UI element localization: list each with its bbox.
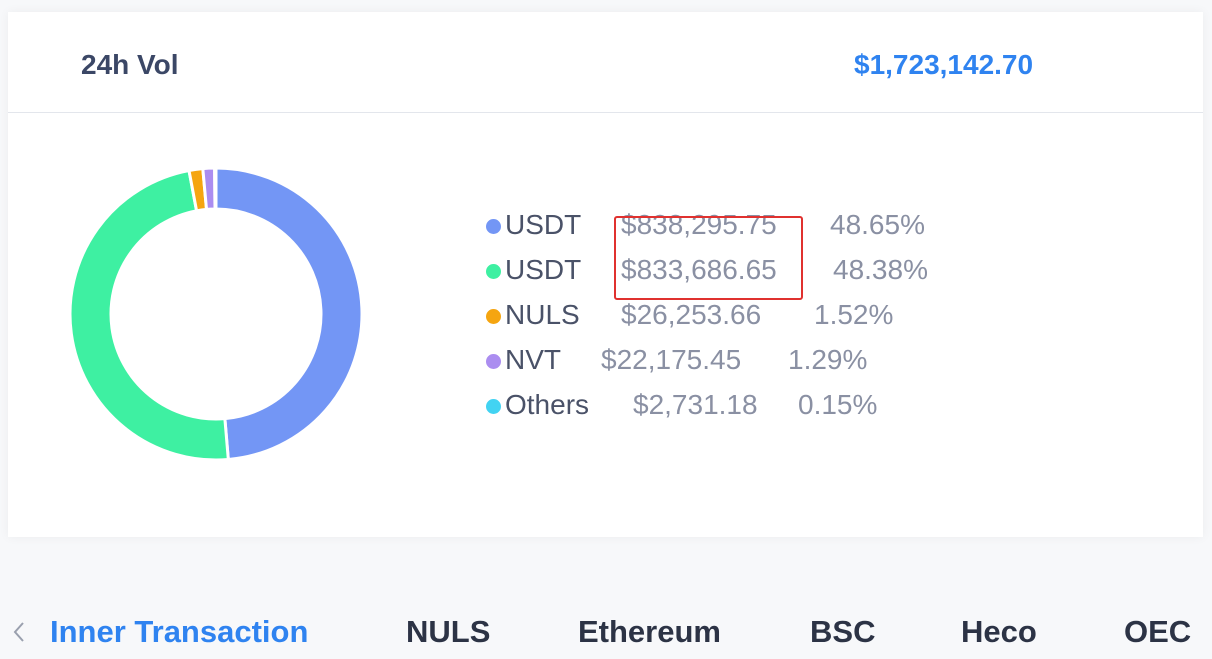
legend-dot bbox=[486, 219, 501, 234]
donut-chart-svg bbox=[68, 166, 364, 462]
legend-dot bbox=[486, 399, 501, 414]
tab-inner-transaction[interactable]: Inner Transaction bbox=[50, 614, 308, 650]
legend-dot bbox=[486, 264, 501, 279]
legend-percent: 1.29% bbox=[788, 344, 868, 375]
vol-label: 24h Vol bbox=[81, 49, 179, 80]
chevron-left-icon[interactable] bbox=[12, 618, 26, 646]
legend-dot bbox=[486, 354, 501, 369]
legend-dot bbox=[486, 309, 501, 324]
tab-ethereum[interactable]: Ethereum bbox=[578, 614, 721, 650]
legend-amount: $2,731.18 bbox=[633, 389, 758, 420]
legend-token: USDT bbox=[505, 254, 582, 285]
tab-bsc[interactable]: BSC bbox=[810, 614, 875, 650]
tab-nuls[interactable]: NULS bbox=[406, 614, 490, 650]
legend-token: Others bbox=[505, 389, 590, 420]
legend-percent: 1.52% bbox=[814, 299, 894, 330]
donut-slice-nvt[interactable] bbox=[201, 166, 217, 212]
donut-slice-others[interactable] bbox=[213, 166, 218, 211]
legend-token: USDT bbox=[505, 209, 582, 240]
legend-token: NVT bbox=[505, 344, 561, 375]
donut-chart bbox=[68, 166, 364, 462]
vol-value: $1,723,142.70 bbox=[854, 49, 1034, 80]
tab-bar: Inner Transaction NULS Ethereum BSC Heco… bbox=[0, 606, 1212, 659]
highlight-annotation-box bbox=[614, 216, 803, 300]
donut-slice-usdt[interactable] bbox=[214, 166, 364, 462]
legend-amount: $26,253.66 bbox=[621, 299, 762, 330]
card-header: 24h Vol $1,723,142.70 bbox=[8, 12, 1203, 113]
donut-slice-usdt[interactable] bbox=[68, 168, 230, 462]
legend-amount: $22,175.45 bbox=[601, 344, 742, 375]
legend-percent: 48.65% bbox=[830, 209, 925, 240]
tab-heco[interactable]: Heco bbox=[961, 614, 1037, 650]
legend-percent: 48.38% bbox=[833, 254, 928, 285]
legend-token: NULS bbox=[505, 299, 580, 330]
legend-percent: 0.15% bbox=[798, 389, 878, 420]
tab-oec[interactable]: OEC bbox=[1124, 614, 1191, 650]
